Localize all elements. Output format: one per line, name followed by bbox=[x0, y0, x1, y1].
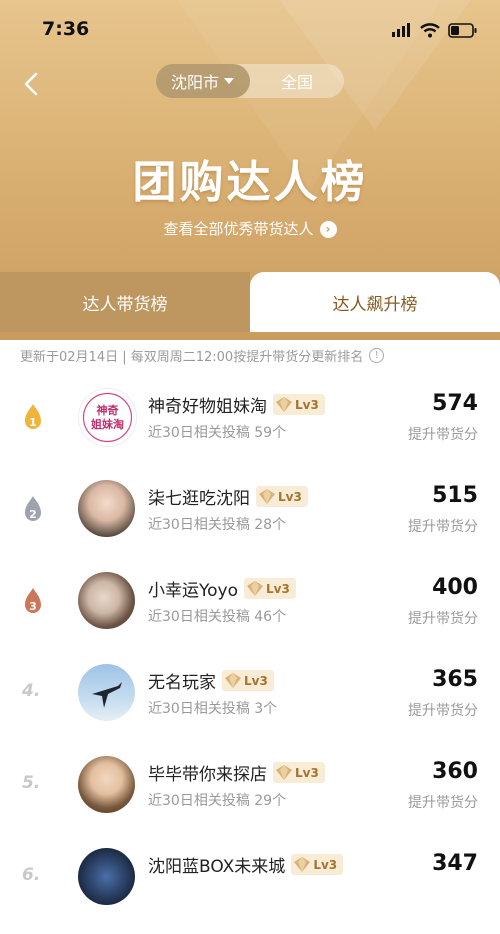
level-badge: Lv3 bbox=[273, 394, 325, 415]
gem-icon bbox=[259, 489, 275, 504]
post-count: 近30日相关投稿 29个 bbox=[148, 793, 287, 809]
gem-icon bbox=[225, 673, 241, 688]
score-label: 提升带货分 bbox=[408, 519, 478, 535]
info-icon[interactable]: ! bbox=[369, 348, 385, 363]
svg-text:1: 1 bbox=[29, 416, 37, 429]
score-value: 360 bbox=[432, 759, 478, 784]
chevron-right-icon: › bbox=[319, 221, 337, 238]
creator-name: 无名玩家 bbox=[148, 673, 216, 693]
gem-icon bbox=[276, 397, 292, 412]
status-bar: 7:36 bbox=[0, 0, 500, 58]
score-value: 365 bbox=[432, 667, 478, 692]
signal-icon bbox=[392, 23, 410, 37]
tab-sales-ranking[interactable]: 达人带货榜 bbox=[0, 272, 250, 332]
level-text: Lv3 bbox=[295, 397, 319, 412]
tab-rising-ranking[interactable]: 达人飙升榜 bbox=[250, 272, 500, 332]
score-label: 提升带货分 bbox=[408, 795, 478, 811]
svg-text:姐妹淘: 姐妹淘 bbox=[91, 417, 124, 431]
list-item[interactable]: 3 小幸运Yoyo Lv3 近30日相关投稿 46个 400 提升带货分 bbox=[0, 566, 500, 658]
status-time: 7:36 bbox=[42, 18, 90, 40]
level-badge: Lv3 bbox=[222, 670, 274, 691]
view-all-link[interactable]: 查看全部优秀带货达人 › bbox=[0, 218, 500, 239]
post-count: 近30日相关投稿 28个 bbox=[148, 517, 287, 533]
gold-medal-icon: 1 bbox=[25, 404, 41, 429]
avatar[interactable] bbox=[78, 572, 135, 629]
level-badge: Lv3 bbox=[273, 762, 325, 783]
city-switcher: 沈阳市 全国 bbox=[156, 64, 344, 98]
rank-number: 5. bbox=[22, 773, 41, 793]
city-selected-label: 沈阳市 bbox=[170, 73, 219, 92]
score-label: 提升带货分 bbox=[408, 703, 478, 719]
creator-name: 毕毕带你来探店 bbox=[148, 765, 267, 785]
avatar[interactable] bbox=[78, 480, 135, 537]
level-text: Lv3 bbox=[266, 581, 290, 596]
creator-name: 神奇好物姐妹淘 bbox=[148, 397, 267, 417]
update-note-text: 更新于02月14日 | 每双周周二12:00按提升带货分更新排名 bbox=[20, 350, 364, 365]
level-text: Lv3 bbox=[244, 673, 268, 688]
list-item[interactable]: 1 神奇 姐妹淘 神奇好物姐妹淘 Lv3 近30日相关投稿 59个 574 提升… bbox=[0, 382, 500, 474]
svg-text:3: 3 bbox=[29, 600, 37, 613]
view-all-label: 查看全部优秀带货达人 bbox=[163, 220, 314, 238]
page-title: 团购达人榜 bbox=[132, 157, 368, 208]
post-count: 近30日相关投稿 46个 bbox=[148, 609, 287, 625]
list-item[interactable]: 4. 无名玩家 Lv3 近30日相关投稿 3个 365 提升带货分 bbox=[0, 658, 500, 750]
score-value: 515 bbox=[432, 483, 478, 508]
avatar[interactable] bbox=[78, 756, 135, 813]
bronze-medal-icon: 3 bbox=[25, 588, 41, 613]
post-count: 近30日相关投稿 3个 bbox=[148, 701, 278, 717]
score-label: 提升带货分 bbox=[408, 611, 478, 627]
rank-number: 4. bbox=[22, 681, 41, 701]
avatar[interactable] bbox=[78, 664, 135, 721]
silver-medal-icon: 2 bbox=[25, 496, 41, 521]
avatar[interactable]: 神奇 姐妹淘 bbox=[78, 388, 137, 447]
back-button[interactable] bbox=[18, 68, 50, 100]
list-item[interactable]: 2 柒七逛吃沈阳 Lv3 近30日相关投稿 28个 515 提升带货分 bbox=[0, 474, 500, 566]
svg-text:2: 2 bbox=[29, 508, 37, 521]
gem-icon bbox=[276, 765, 292, 780]
score-value: 347 bbox=[432, 851, 478, 876]
city-selector[interactable]: 沈阳市 bbox=[156, 64, 250, 98]
gem-icon bbox=[247, 581, 263, 596]
list-item[interactable]: 6. 沈阳蓝BOX未来城 Lv3 347 bbox=[0, 842, 500, 934]
update-note: 更新于02月14日 | 每双周周二12:00按提升带货分更新排名 ! bbox=[20, 346, 385, 365]
level-badge: Lv3 bbox=[244, 578, 296, 599]
svg-text:神奇: 神奇 bbox=[97, 403, 119, 417]
chevron-left-icon bbox=[24, 72, 38, 96]
level-badge: Lv3 bbox=[256, 486, 308, 507]
battery-icon bbox=[448, 22, 477, 38]
score-value: 574 bbox=[432, 391, 478, 416]
post-count: 近30日相关投稿 59个 bbox=[148, 425, 287, 441]
avatar[interactable] bbox=[78, 848, 135, 905]
city-national-option[interactable]: 全国 bbox=[250, 64, 344, 98]
rank-number: 6. bbox=[22, 865, 41, 885]
level-text: Lv3 bbox=[278, 489, 302, 504]
tab-bar: 达人带货榜 达人飙升榜 bbox=[0, 272, 500, 332]
caret-down-icon bbox=[224, 78, 234, 84]
list-item[interactable]: 5. 毕毕带你来探店 Lv3 近30日相关投稿 29个 360 提升带货分 bbox=[0, 750, 500, 842]
level-text: Lv3 bbox=[295, 765, 319, 780]
creator-name: 小幸运Yoyo bbox=[148, 581, 238, 601]
score-value: 400 bbox=[432, 575, 478, 600]
wifi-icon bbox=[420, 22, 440, 37]
status-icons bbox=[392, 20, 478, 40]
score-label: 提升带货分 bbox=[408, 427, 478, 443]
creator-name: 柒七逛吃沈阳 bbox=[148, 489, 250, 509]
